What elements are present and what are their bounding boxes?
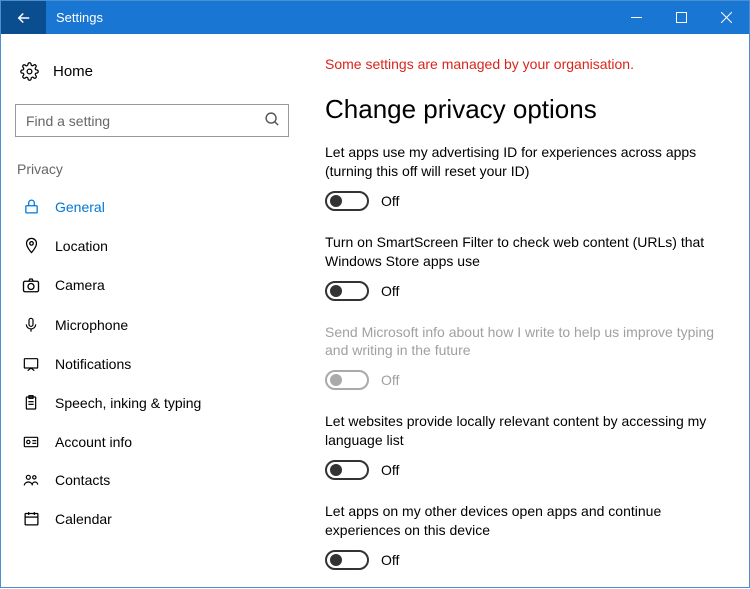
setting-label: Turn on SmartScreen Filter to check web … bbox=[325, 233, 721, 271]
sidebar-item-location[interactable]: Location bbox=[15, 226, 307, 265]
toggle-writing-info bbox=[325, 370, 369, 390]
location-icon bbox=[21, 237, 41, 254]
setting-other-devices: Let apps on my other devices open apps a… bbox=[325, 502, 721, 570]
setting-label: Let websites provide locally relevant co… bbox=[325, 412, 721, 450]
back-button[interactable] bbox=[1, 1, 46, 34]
minimize-button[interactable] bbox=[614, 1, 659, 34]
camera-icon bbox=[21, 276, 41, 294]
category-label: Privacy bbox=[15, 155, 307, 187]
home-label: Home bbox=[53, 63, 93, 80]
toggle-state: Off bbox=[381, 552, 399, 568]
sidebar-item-label: Location bbox=[55, 238, 108, 254]
sidebar-item-label: Speech, inking & typing bbox=[55, 395, 201, 411]
setting-writing-info: Send Microsoft info about how I write to… bbox=[325, 323, 721, 391]
sidebar-item-contacts[interactable]: Contacts bbox=[15, 461, 307, 499]
setting-label: Let apps use my advertising ID for exper… bbox=[325, 143, 721, 181]
search-icon bbox=[264, 111, 281, 128]
content: Some settings are managed by your organi… bbox=[311, 34, 749, 589]
sidebar-item-notifications[interactable]: Notifications bbox=[15, 345, 307, 383]
search-wrap bbox=[15, 104, 289, 137]
arrow-left-icon bbox=[15, 9, 33, 27]
sidebar-item-label: Notifications bbox=[55, 356, 131, 372]
toggle-other-devices[interactable] bbox=[325, 550, 369, 570]
sidebar-item-general[interactable]: General bbox=[15, 187, 307, 226]
sidebar-item-label: Account info bbox=[55, 434, 132, 450]
sidebar-item-label: Contacts bbox=[55, 472, 110, 488]
page-title: Change privacy options bbox=[325, 94, 721, 125]
toggle-smartscreen[interactable] bbox=[325, 281, 369, 301]
maximize-icon bbox=[676, 12, 687, 23]
sidebar-item-calendar[interactable]: Calendar bbox=[15, 499, 307, 538]
sidebar-item-label: Calendar bbox=[55, 511, 112, 527]
contacts-icon bbox=[21, 472, 41, 488]
setting-label: Send Microsoft info about how I write to… bbox=[325, 323, 721, 361]
managed-notice: Some settings are managed by your organi… bbox=[325, 56, 721, 72]
gear-icon bbox=[19, 62, 39, 81]
titlebar: Settings bbox=[1, 1, 749, 34]
home-button[interactable]: Home bbox=[15, 54, 307, 89]
clipboard-icon bbox=[21, 394, 41, 412]
sidebar-item-label: General bbox=[55, 199, 105, 215]
search-input[interactable] bbox=[15, 104, 289, 137]
toggle-advertising-id[interactable] bbox=[325, 191, 369, 211]
nav-list: General Location Camera Microphone Notif… bbox=[15, 187, 307, 567]
notifications-icon bbox=[21, 356, 41, 372]
sidebar-item-speech[interactable]: Speech, inking & typing bbox=[15, 383, 307, 423]
microphone-icon bbox=[21, 316, 41, 334]
toggle-state: Off bbox=[381, 462, 399, 478]
setting-advertising-id: Let apps use my advertising ID for exper… bbox=[325, 143, 721, 211]
toggle-state: Off bbox=[381, 372, 399, 388]
account-icon bbox=[21, 434, 41, 450]
body: Home Privacy General Location Camera bbox=[1, 34, 749, 589]
lock-icon bbox=[21, 198, 41, 215]
setting-label: Let apps on my other devices open apps a… bbox=[325, 502, 721, 540]
sidebar-item-microphone[interactable]: Microphone bbox=[15, 305, 307, 345]
minimize-icon bbox=[631, 12, 642, 23]
setting-smartscreen: Turn on SmartScreen Filter to check web … bbox=[325, 233, 721, 301]
toggle-state: Off bbox=[381, 283, 399, 299]
sidebar-item-camera[interactable]: Camera bbox=[15, 265, 307, 305]
close-icon bbox=[721, 12, 732, 23]
sidebar-item-account[interactable]: Account info bbox=[15, 423, 307, 461]
setting-language-list: Let websites provide locally relevant co… bbox=[325, 412, 721, 480]
window-controls bbox=[614, 1, 749, 34]
close-button[interactable] bbox=[704, 1, 749, 34]
toggle-state: Off bbox=[381, 193, 399, 209]
maximize-button[interactable] bbox=[659, 1, 704, 34]
window-title: Settings bbox=[46, 1, 614, 34]
sidebar-item-label: Camera bbox=[55, 277, 105, 293]
toggle-language-list[interactable] bbox=[325, 460, 369, 480]
sidebar: Home Privacy General Location Camera bbox=[1, 34, 311, 589]
calendar-icon bbox=[21, 510, 41, 527]
sidebar-item-label: Microphone bbox=[55, 317, 128, 333]
